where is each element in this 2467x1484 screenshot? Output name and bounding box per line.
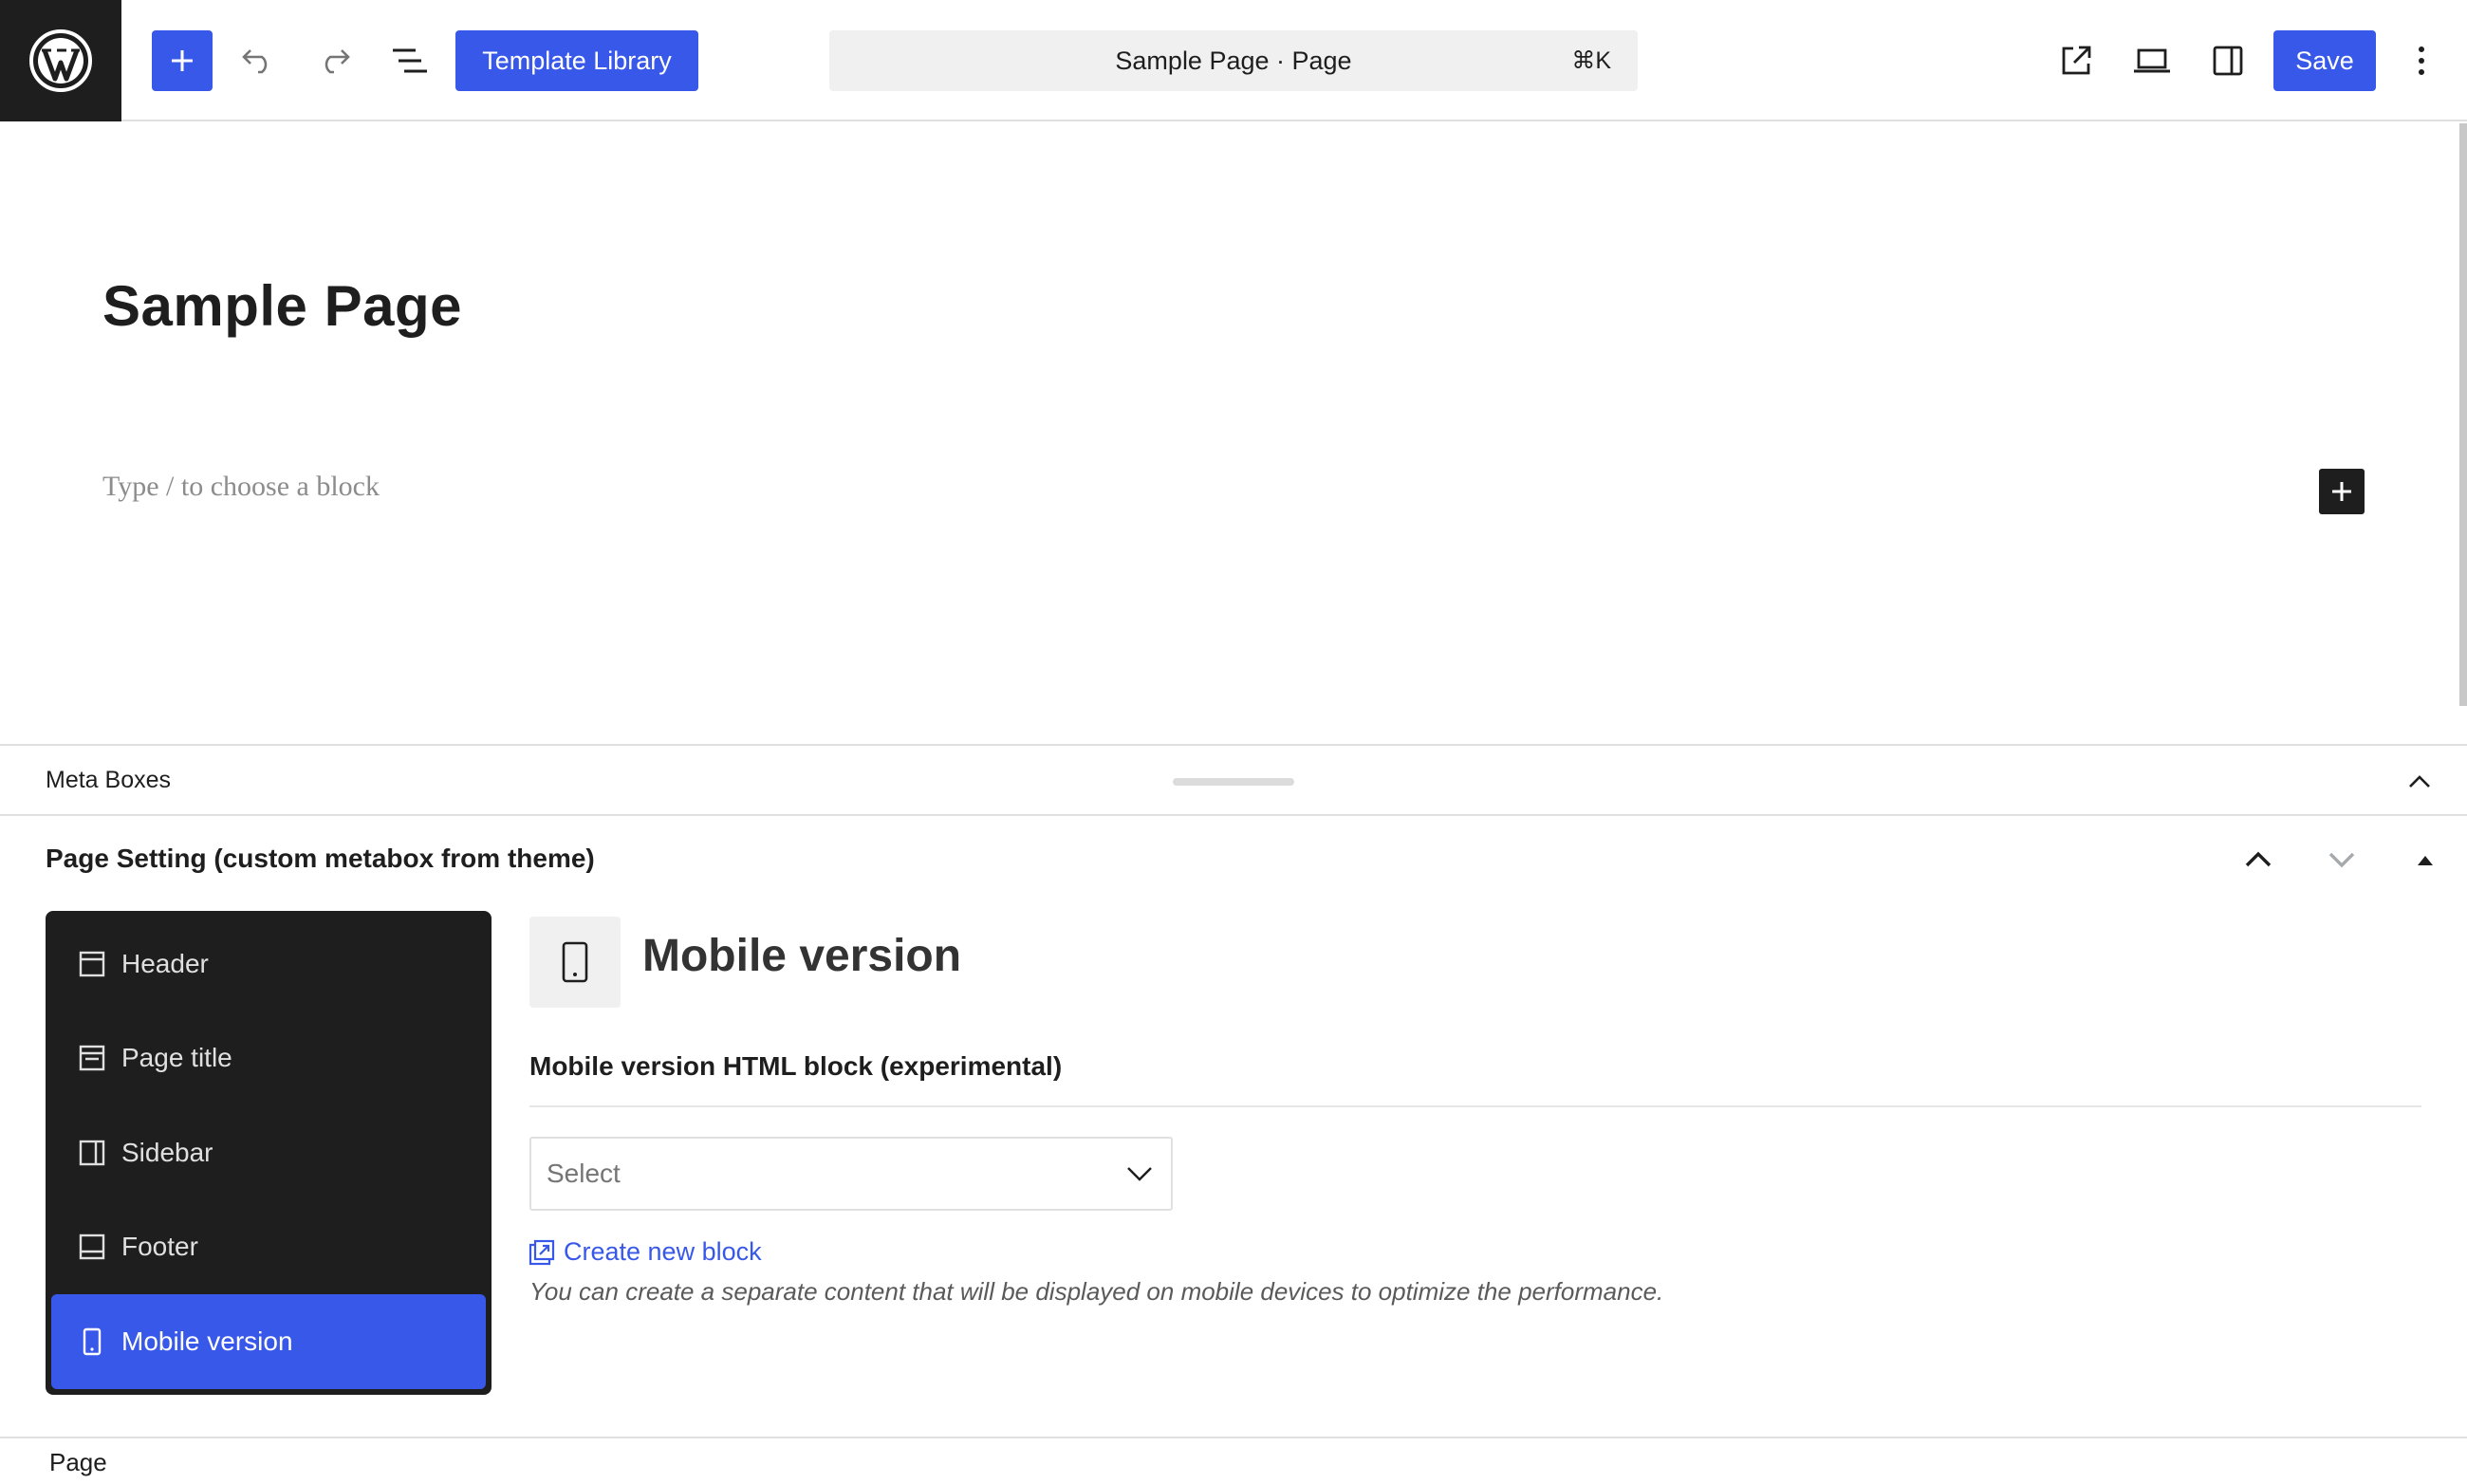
- document-overview-button[interactable]: [380, 30, 440, 91]
- redo-button[interactable]: [304, 30, 364, 91]
- collapse-metabox-button[interactable]: [2404, 839, 2446, 881]
- footer-icon: [78, 1233, 106, 1261]
- editor-footer: Page: [0, 1437, 2467, 1484]
- external-link-icon: [528, 1238, 556, 1267]
- redo-icon: [325, 49, 350, 74]
- add-block-button[interactable]: [2319, 469, 2365, 514]
- options-menu-button[interactable]: [2391, 30, 2452, 91]
- plus-icon: [2332, 482, 2351, 501]
- mobile-icon: [529, 917, 621, 1008]
- settings-sidebar-button[interactable]: [2198, 30, 2258, 91]
- desktop-icon: [2134, 48, 2170, 73]
- meta-boxes-resize-handle[interactable]: [1173, 778, 1294, 786]
- nav-item-label: Footer: [121, 1232, 198, 1262]
- command-palette-button[interactable]: Sample Page · Page ⌘K: [829, 30, 1638, 91]
- nav-item-page-title[interactable]: Page title: [51, 1011, 486, 1106]
- nav-item-label: Page title: [121, 1043, 232, 1073]
- undo-button[interactable]: [228, 30, 288, 91]
- block-placeholder[interactable]: Type / to choose a block: [102, 471, 380, 503]
- device-preview-button[interactable]: [2122, 30, 2182, 91]
- nav-item-label: Header: [121, 948, 209, 978]
- view-page-button[interactable]: [2046, 30, 2106, 91]
- field-divider: [529, 1105, 2421, 1107]
- keyboard-shortcut: ⌘K: [1571, 47, 1611, 74]
- document-title: Sample Page · Page: [1115, 46, 1352, 75]
- sidebar-toggle-icon: [2213, 46, 2243, 76]
- chevron-down-icon: [1123, 1158, 1156, 1190]
- meta-boxes-header: Meta Boxes: [0, 744, 2467, 816]
- plus-icon: [172, 50, 193, 71]
- field-label: Mobile version HTML block (experimental): [529, 1051, 1063, 1081]
- header-icon: [78, 950, 106, 978]
- canvas-scrollbar[interactable]: [2459, 123, 2467, 706]
- panel-heading: Mobile version: [642, 931, 962, 981]
- more-vertical-icon: [2419, 46, 2424, 75]
- editor-toolbar: Template Library Sample Page · Page ⌘K S…: [0, 0, 2467, 121]
- nav-item-sidebar[interactable]: Sidebar: [51, 1105, 486, 1200]
- page-title-icon: [78, 1044, 106, 1072]
- chevron-down-icon: [2328, 852, 2355, 868]
- chevron-up-icon: [2245, 851, 2272, 867]
- metabox-title: Page Setting (custom metabox from theme): [46, 844, 595, 873]
- metabox-tab-nav: Header Page title Sidebar Footer Mobile …: [46, 911, 492, 1395]
- block-inserter-button[interactable]: [152, 30, 213, 91]
- meta-boxes-toggle-button[interactable]: [2402, 765, 2437, 799]
- mobile-block-select[interactable]: Select: [529, 1137, 1173, 1211]
- sidebar-icon: [78, 1139, 106, 1167]
- meta-boxes-title: Meta Boxes: [46, 767, 172, 793]
- chevron-up-icon: [2409, 775, 2430, 788]
- template-library-button[interactable]: Template Library: [455, 30, 698, 91]
- save-button[interactable]: Save: [2273, 30, 2376, 91]
- help-text: You can create a separate content that w…: [529, 1277, 1664, 1306]
- create-new-block-link[interactable]: Create new block: [528, 1237, 762, 1267]
- triangle-up-icon: [2418, 856, 2433, 865]
- mobile-icon: [78, 1327, 106, 1356]
- editor-canvas: Sample Page Type / to choose a block: [0, 123, 2467, 744]
- create-link-label: Create new block: [564, 1237, 762, 1266]
- select-value: Select: [547, 1159, 621, 1188]
- metabox-header: Page Setting (custom metabox from theme): [0, 816, 2467, 901]
- nav-item-label: Mobile version: [121, 1326, 293, 1356]
- nav-item-footer[interactable]: Footer: [51, 1200, 486, 1295]
- undo-icon: [242, 49, 268, 74]
- post-title[interactable]: Sample Page: [102, 273, 462, 339]
- block-breadcrumb[interactable]: Page: [49, 1438, 107, 1484]
- move-down-button[interactable]: [2321, 839, 2363, 881]
- wordpress-logo-icon[interactable]: [0, 0, 121, 121]
- move-up-button[interactable]: [2237, 839, 2279, 881]
- nav-item-label: Sidebar: [121, 1137, 213, 1167]
- external-link-icon: [2062, 46, 2091, 75]
- nav-item-header[interactable]: Header: [51, 917, 486, 1011]
- list-view-icon: [393, 48, 427, 73]
- nav-item-mobile-version[interactable]: Mobile version: [51, 1294, 486, 1389]
